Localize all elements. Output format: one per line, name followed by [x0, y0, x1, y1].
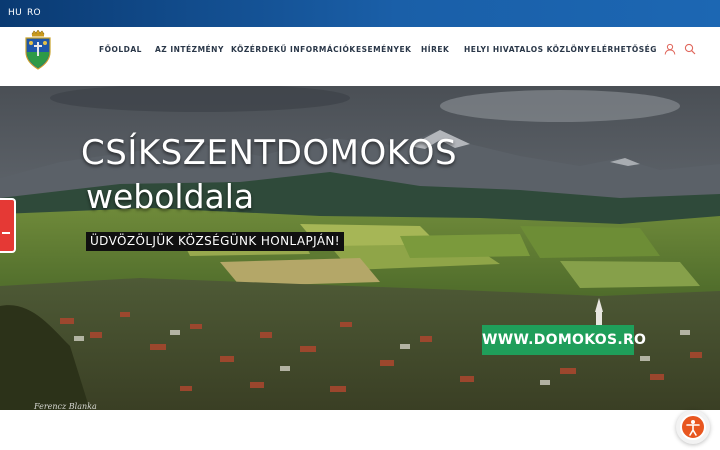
nav-item-institution[interactable]: AZ INTÉZMÉNY [155, 45, 224, 54]
nav-item-official-gazette[interactable]: HELYI HIVATALOS KÖZLÖNY [464, 45, 590, 54]
language-hu-link[interactable]: HU [8, 8, 22, 18]
accessibility-icon [680, 414, 706, 440]
nav-item-home[interactable]: FŐOLDAL [99, 45, 142, 54]
user-icon[interactable] [664, 43, 676, 55]
side-tab-mark [2, 232, 10, 234]
hero-title: CSÍKSZENTDOMOKOS [81, 133, 458, 173]
accessibility-figure-icon [686, 420, 700, 436]
search-icon[interactable] [684, 43, 696, 55]
hero-banner: CSÍKSZENTDOMOKOS weboldala ÜDVÖZÖLJÜK KÖ… [0, 86, 720, 410]
website-link-button[interactable]: WWW.DOMOKOS.RO [482, 325, 646, 355]
nav-item-contact[interactable]: ELÉRHETŐSÉG [591, 45, 657, 54]
nav-item-news[interactable]: HÍREK [421, 45, 449, 54]
nav-item-public-information[interactable]: KÖZÉRDEKŰ INFORMÁCIÓK [231, 45, 356, 54]
site-header: FŐOLDAL AZ INTÉZMÉNY KÖZÉRDEKŰ INFORMÁCI… [0, 27, 720, 86]
hero-subtitle: weboldala [86, 177, 255, 216]
coat-of-arms-icon[interactable] [23, 30, 53, 70]
accessibility-button[interactable] [676, 410, 710, 444]
photo-credit: Ferencz Blanka [34, 402, 97, 410]
feedback-tab-icon[interactable] [0, 198, 16, 253]
nav-item-events[interactable]: ESEMÉNYEK [356, 45, 411, 54]
language-bar: HU RO [0, 0, 720, 27]
hero-tagline: ÜDVÖZÖLJÜK KÖZSÉGÜNK HONLAPJÁN! [86, 232, 345, 251]
language-ro-link[interactable]: RO [27, 8, 41, 18]
